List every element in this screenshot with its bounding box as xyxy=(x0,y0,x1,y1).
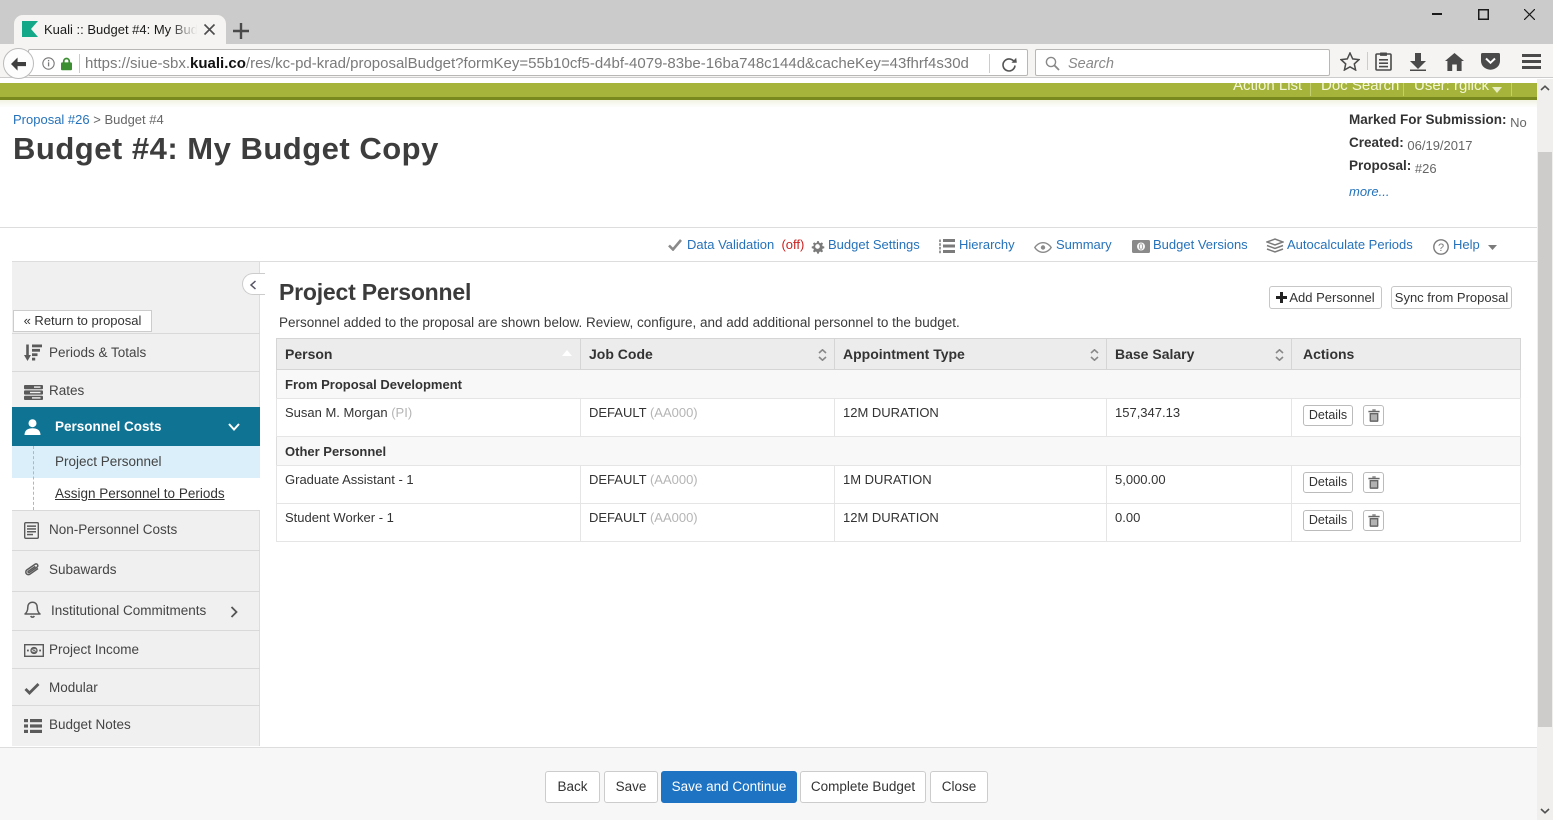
svg-text:?: ? xyxy=(1438,242,1444,254)
svg-text:$: $ xyxy=(32,648,36,655)
svg-text:0: 0 xyxy=(1139,242,1144,251)
